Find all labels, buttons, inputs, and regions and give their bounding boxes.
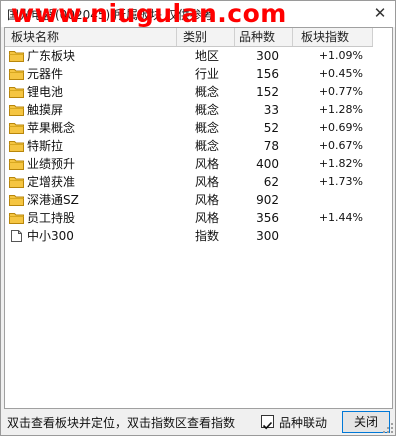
table-row[interactable]: 员工持股 风格 356 +1.44%: [5, 209, 373, 227]
row-index: [293, 191, 363, 209]
table-row[interactable]: 广东板块 地区 300 +1.09%: [5, 47, 373, 65]
row-name: 锂电池: [27, 85, 64, 99]
row-type: 风格: [195, 193, 220, 207]
sector-dialog: 国光电器(002045) 所属板块 仅供参考 www.niugulan.com …: [0, 0, 396, 436]
row-name-cell: 苹果概念: [5, 119, 177, 137]
row-name-cell: 特斯拉: [5, 137, 177, 155]
folder-icon: [9, 51, 24, 62]
row-type: 指数: [195, 229, 220, 243]
row-type: 地区: [195, 49, 220, 63]
row-name-cell: 业绩预升: [5, 155, 177, 173]
row-name: 广东板块: [27, 49, 76, 63]
list-header: 板块名称 类别 品种数 板块指数: [5, 28, 373, 47]
row-index: +1.09%: [318, 49, 363, 62]
row-count: 300: [256, 229, 279, 243]
row-count: 52: [263, 121, 279, 135]
folder-icon: [9, 213, 24, 224]
row-count: 62: [263, 175, 279, 189]
row-count: 156: [256, 67, 279, 81]
folder-icon: [9, 195, 24, 206]
row-type: 概念: [195, 121, 220, 135]
row-name-cell: 定增获准: [5, 173, 177, 191]
folder-icon: [9, 123, 24, 134]
row-name-cell: 深港通SZ: [5, 191, 177, 209]
table-row[interactable]: 深港通SZ 风格 902: [5, 191, 373, 209]
header-name[interactable]: 板块名称: [5, 28, 177, 46]
row-name-cell: 广东板块: [5, 47, 177, 65]
title-bar[interactable]: 国光电器(002045) 所属板块 仅供参考 www.niugulan.com …: [1, 0, 395, 28]
table-row[interactable]: 锂电池 概念 152 +0.77%: [5, 83, 373, 101]
status-bar: 双击查看板块并定位，双击指数区查看指数 品种联动 关闭: [1, 409, 395, 435]
row-index: +0.45%: [318, 67, 363, 80]
row-name-cell: 中小300: [5, 227, 177, 245]
row-count: 400: [256, 157, 279, 171]
document-icon: [11, 230, 22, 242]
row-type: 风格: [195, 157, 220, 171]
folder-icon: [9, 87, 24, 98]
row-name: 中小300: [27, 229, 74, 243]
row-name: 定增获准: [27, 175, 76, 189]
row-type: 概念: [195, 103, 220, 117]
row-count: 152: [256, 85, 279, 99]
row-type: 风格: [195, 211, 220, 225]
row-index: +0.69%: [318, 121, 363, 134]
row-index: [293, 227, 363, 245]
row-index: +1.28%: [318, 103, 363, 116]
folder-icon: [9, 105, 24, 116]
row-count: 78: [263, 139, 279, 153]
folder-icon: [9, 69, 24, 80]
status-hint: 双击查看板块并定位，双击指数区查看指数: [7, 416, 236, 430]
resize-grip-icon[interactable]: [383, 423, 393, 433]
row-name: 特斯拉: [27, 139, 64, 153]
table-row[interactable]: 苹果概念 概念 52 +0.69%: [5, 119, 373, 137]
sector-list[interactable]: 板块名称 类别 品种数 板块指数 广东板块 地区 300 +1.09% 元器件 行业 156…: [4, 27, 393, 409]
row-count: 33: [263, 103, 279, 117]
watermark: www.niugulan.com: [11, 0, 287, 28]
row-name: 深港通SZ: [27, 193, 79, 207]
row-index: +1.44%: [318, 211, 363, 224]
row-type: 概念: [195, 85, 220, 99]
folder-icon: [9, 159, 24, 170]
row-count: 356: [256, 211, 279, 225]
table-row[interactable]: 元器件 行业 156 +0.45%: [5, 65, 373, 83]
row-name: 苹果概念: [27, 121, 76, 135]
row-name: 员工持股: [27, 211, 76, 225]
row-index: +0.77%: [318, 85, 363, 98]
row-name: 触摸屏: [27, 103, 64, 117]
header-type[interactable]: 类别: [177, 28, 235, 46]
row-name-cell: 元器件: [5, 65, 177, 83]
row-name-cell: 锂电池: [5, 83, 177, 101]
list-rows: 广东板块 地区 300 +1.09% 元器件 行业 156 +0.45% 锂电池 概念 152 +0.…: [5, 47, 373, 245]
folder-icon: [9, 141, 24, 152]
link-checkbox[interactable]: [261, 415, 274, 430]
table-row[interactable]: 定增获准 风格 62 +1.73%: [5, 173, 373, 191]
row-type: 风格: [195, 175, 220, 189]
table-row[interactable]: 中小300 指数 300: [5, 227, 373, 245]
link-checkbox-label[interactable]: 品种联动: [279, 414, 327, 431]
row-type: 行业: [195, 67, 220, 81]
row-count: 300: [256, 49, 279, 63]
row-index: +1.82%: [318, 157, 363, 170]
row-name: 业绩预升: [27, 157, 76, 171]
close-icon[interactable]: ✕: [371, 4, 389, 22]
row-name-cell: 触摸屏: [5, 101, 177, 119]
row-type: 概念: [195, 139, 220, 153]
checkmark-icon: [262, 421, 273, 430]
folder-icon: [9, 177, 24, 188]
table-row[interactable]: 业绩预升 风格 400 +1.82%: [5, 155, 373, 173]
header-count[interactable]: 品种数: [235, 28, 293, 46]
table-row[interactable]: 触摸屏 概念 33 +1.28%: [5, 101, 373, 119]
header-index[interactable]: 板块指数: [293, 28, 373, 46]
row-count: 902: [256, 193, 279, 207]
row-index: +1.73%: [318, 175, 363, 188]
row-index: +0.67%: [318, 139, 363, 152]
table-row[interactable]: 特斯拉 概念 78 +0.67%: [5, 137, 373, 155]
row-name: 元器件: [27, 67, 64, 81]
row-name-cell: 员工持股: [5, 209, 177, 227]
